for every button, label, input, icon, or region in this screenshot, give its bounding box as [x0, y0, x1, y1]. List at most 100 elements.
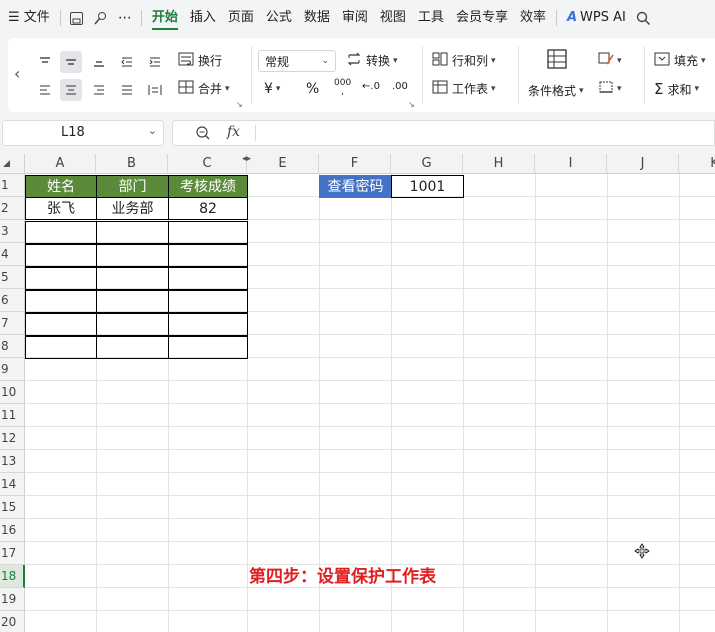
- header-score-cell[interactable]: 考核成绩: [168, 175, 248, 198]
- tab-membership[interactable]: 会员专享: [450, 0, 514, 36]
- column-header-8[interactable]: I: [535, 154, 607, 174]
- row-header-4[interactable]: 4: [0, 243, 25, 266]
- password-label-cell[interactable]: 查看密码: [319, 175, 392, 198]
- table-empty-cell[interactable]: [25, 244, 97, 267]
- column-header-10[interactable]: K: [679, 154, 715, 174]
- column-header-1[interactable]: A: [25, 154, 96, 174]
- number-format-select[interactable]: 常规 ⌄: [258, 50, 336, 72]
- password-value-cell[interactable]: 1001: [391, 175, 464, 198]
- increase-indent-icon[interactable]: [144, 51, 166, 73]
- table-empty-cell[interactable]: [25, 336, 97, 359]
- row-header-20[interactable]: 20: [0, 611, 25, 632]
- more-icon[interactable]: ⋯: [113, 0, 137, 36]
- save-icon[interactable]: [65, 0, 89, 36]
- decrease-decimal-button[interactable]: .00: [392, 81, 408, 92]
- tab-view[interactable]: 视图: [374, 0, 412, 36]
- worksheet-button[interactable]: 工作表 ▾: [432, 80, 496, 97]
- name-box[interactable]: L18 ⌄: [2, 120, 164, 146]
- table-empty-cell[interactable]: [96, 267, 169, 290]
- column-header-9[interactable]: J: [607, 154, 679, 174]
- table-empty-cell[interactable]: [25, 313, 97, 336]
- rows-columns-button[interactable]: 行和列 ▾: [432, 52, 496, 69]
- convert-button[interactable]: 转换 ▾: [346, 52, 398, 69]
- table-empty-cell[interactable]: [96, 290, 169, 313]
- column-header-5[interactable]: F: [319, 154, 391, 174]
- table-empty-cell[interactable]: [25, 221, 97, 244]
- column-header-7[interactable]: H: [463, 154, 535, 174]
- merge-cells-button[interactable]: 合并 ▾: [178, 80, 230, 97]
- table-empty-cell[interactable]: [96, 221, 169, 244]
- table-empty-cell[interactable]: [168, 267, 248, 290]
- row-header-2[interactable]: 2: [0, 197, 25, 220]
- table-empty-cell[interactable]: [168, 290, 248, 313]
- row-header-14[interactable]: 14: [0, 473, 25, 496]
- department-cell[interactable]: 业务部: [96, 197, 169, 220]
- tab-efficiency[interactable]: 效率: [514, 0, 552, 36]
- alignment-dialog-launcher[interactable]: ↘: [236, 100, 243, 109]
- align-middle-icon[interactable]: [60, 51, 82, 73]
- tab-page[interactable]: 页面: [222, 0, 260, 36]
- chevron-down-icon[interactable]: ⌄: [148, 124, 157, 137]
- column-header-6[interactable]: G: [391, 154, 463, 174]
- row-header-10[interactable]: 10: [0, 381, 25, 404]
- header-name-cell[interactable]: 姓名: [25, 175, 97, 198]
- tab-home[interactable]: 开始: [146, 0, 184, 36]
- column-header-4[interactable]: E: [247, 154, 319, 174]
- align-right-icon[interactable]: [88, 79, 110, 101]
- align-center-icon[interactable]: [60, 79, 82, 101]
- number-dialog-launcher[interactable]: ↘: [408, 100, 415, 109]
- borders-button[interactable]: ▾: [598, 80, 622, 97]
- zoom-search-icon[interactable]: [195, 125, 211, 145]
- increase-decimal-button[interactable]: ← .0: [362, 81, 380, 92]
- tab-insert[interactable]: 插入: [184, 0, 222, 36]
- align-top-icon[interactable]: [34, 51, 56, 73]
- table-empty-cell[interactable]: [168, 221, 248, 244]
- table-empty-cell[interactable]: [168, 244, 248, 267]
- cell-style-button[interactable]: ▾: [598, 52, 622, 69]
- row-header-16[interactable]: 16: [0, 519, 25, 542]
- table-empty-cell[interactable]: [168, 313, 248, 336]
- row-header-9[interactable]: 9: [0, 358, 25, 381]
- row-header-19[interactable]: 19: [0, 588, 25, 611]
- align-left-icon[interactable]: [34, 79, 56, 101]
- table-empty-cell[interactable]: [96, 244, 169, 267]
- row-header-12[interactable]: 12: [0, 427, 25, 450]
- percent-format-button[interactable]: %: [306, 81, 319, 97]
- header-department-cell[interactable]: 部门: [96, 175, 169, 198]
- row-header-13[interactable]: 13: [0, 450, 25, 473]
- tab-tools[interactable]: 工具: [412, 0, 450, 36]
- thousands-separator-button[interactable]: 000,: [334, 79, 351, 97]
- select-all-corner[interactable]: [0, 154, 25, 174]
- column-header-3[interactable]: C: [168, 154, 247, 174]
- row-header-17[interactable]: 17: [0, 542, 25, 565]
- tab-review[interactable]: 审阅: [336, 0, 374, 36]
- search-icon[interactable]: [632, 0, 656, 36]
- tab-data[interactable]: 数据: [298, 0, 336, 36]
- row-header-1[interactable]: 1: [0, 174, 25, 197]
- wps-ai-button[interactable]: A WPS AI: [561, 0, 632, 36]
- row-header-6[interactable]: 6: [0, 289, 25, 312]
- ribbon-scroll-left-button[interactable]: ‹: [14, 64, 20, 83]
- fill-button[interactable]: 填充 ▾: [654, 52, 706, 69]
- hidden-column-expand-icon[interactable]: ◂▸: [242, 154, 251, 164]
- formula-input-area[interactable]: fx: [172, 120, 715, 146]
- table-empty-cell[interactable]: [25, 267, 97, 290]
- wrap-text-button[interactable]: 换行: [178, 52, 222, 69]
- row-header-18[interactable]: 18: [0, 565, 25, 588]
- distributed-align-icon[interactable]: [144, 79, 166, 101]
- row-header-8[interactable]: 8: [0, 335, 25, 358]
- table-empty-cell[interactable]: [96, 336, 169, 359]
- align-bottom-icon[interactable]: [88, 51, 110, 73]
- format-painter-icon[interactable]: [89, 0, 113, 36]
- table-empty-cell[interactable]: [168, 336, 248, 359]
- name-cell[interactable]: 张飞: [25, 197, 97, 220]
- currency-format-button[interactable]: ¥ ▾: [264, 81, 280, 97]
- function-icon[interactable]: fx: [227, 124, 240, 140]
- row-header-5[interactable]: 5: [0, 266, 25, 289]
- column-header-2[interactable]: B: [96, 154, 168, 174]
- tab-formulas[interactable]: 公式: [260, 0, 298, 36]
- decrease-indent-icon[interactable]: [116, 51, 138, 73]
- conditional-format-icon[interactable]: [546, 48, 568, 70]
- row-header-11[interactable]: 11: [0, 404, 25, 427]
- row-header-7[interactable]: 7: [0, 312, 25, 335]
